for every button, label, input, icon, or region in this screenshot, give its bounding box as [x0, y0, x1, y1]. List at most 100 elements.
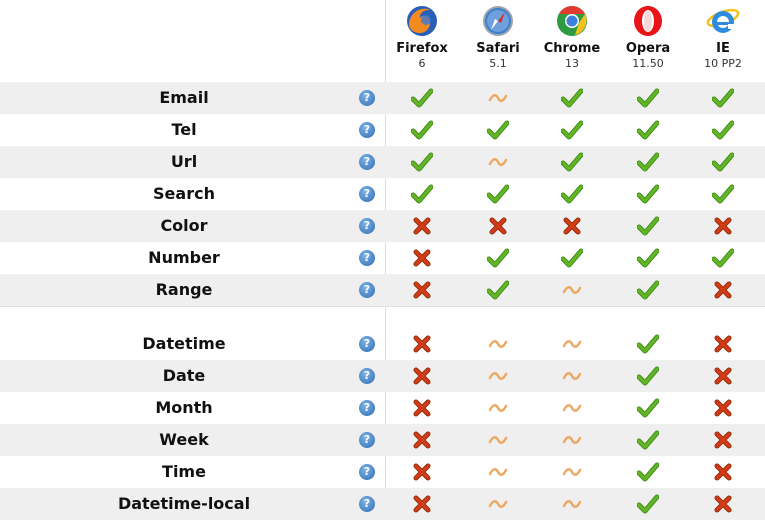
browser-column-chrome: Chrome 13 [534, 0, 610, 82]
tilde-partial-icon [534, 360, 610, 392]
browser-name: Chrome [543, 41, 601, 56]
help-icon[interactable]: ? [359, 496, 375, 512]
checkmark-icon [610, 392, 686, 424]
firefox-logo-icon [405, 4, 439, 38]
checkmark-icon [460, 242, 536, 274]
tilde-partial-icon [534, 456, 610, 488]
help-icon[interactable]: ? [359, 464, 375, 480]
input-type-label: Datetime-local [117, 494, 251, 513]
browser-version: 5.1 [489, 57, 507, 70]
table-row: Date? [0, 360, 765, 392]
browser-column-ie: IE 10 PP2 [685, 0, 761, 82]
table-row: Range? [0, 274, 765, 306]
table-row: Month? [0, 392, 765, 424]
checkmark-icon [534, 242, 610, 274]
tilde-partial-icon [460, 360, 536, 392]
browser-version: 13 [565, 57, 579, 70]
chrome-logo-icon [555, 4, 589, 38]
cross-icon [685, 392, 761, 424]
table-row: Color? [0, 210, 765, 242]
table-row: Search? [0, 178, 765, 210]
help-icon[interactable]: ? [359, 250, 375, 266]
cross-icon [685, 210, 761, 242]
checkmark-icon [610, 274, 686, 306]
help-icon[interactable]: ? [359, 186, 375, 202]
input-type-label: Range [155, 280, 213, 299]
cross-icon [460, 210, 536, 242]
input-type-label: Month [155, 398, 213, 417]
checkmark-icon [384, 82, 460, 114]
table-row: Url? [0, 146, 765, 178]
checkmark-icon [610, 82, 686, 114]
help-icon[interactable]: ? [359, 154, 375, 170]
browser-name: Safari [476, 41, 520, 56]
help-icon[interactable]: ? [359, 336, 375, 352]
cross-icon [384, 392, 460, 424]
tilde-partial-icon [534, 274, 610, 306]
tilde-partial-icon [460, 456, 536, 488]
checkmark-icon [610, 488, 686, 520]
tilde-partial-icon [460, 146, 536, 178]
browser-version: 6 [418, 57, 426, 70]
cross-icon [384, 242, 460, 274]
cross-icon [534, 210, 610, 242]
tilde-partial-icon [534, 392, 610, 424]
cross-icon [685, 488, 761, 520]
checkmark-icon [384, 178, 460, 210]
cross-icon [384, 456, 460, 488]
checkmark-icon [610, 328, 686, 360]
input-type-label: Color [160, 216, 208, 235]
table-row: Time? [0, 456, 765, 488]
tilde-partial-icon [460, 488, 536, 520]
checkmark-icon [460, 274, 536, 306]
help-icon[interactable]: ? [359, 122, 375, 138]
checkmark-icon [685, 82, 761, 114]
checkmark-icon [384, 114, 460, 146]
browser-name: IE [716, 41, 730, 56]
input-type-label: Time [162, 462, 206, 481]
browser-column-safari: Safari 5.1 [460, 0, 536, 82]
table-row: Week? [0, 424, 765, 456]
checkmark-icon [384, 146, 460, 178]
input-type-label: Datetime [142, 334, 226, 353]
input-type-label: Week [159, 430, 209, 449]
cross-icon [685, 360, 761, 392]
group-separator [0, 306, 765, 307]
cross-icon [384, 328, 460, 360]
help-icon[interactable]: ? [359, 218, 375, 234]
checkmark-icon [685, 114, 761, 146]
checkmark-icon [534, 178, 610, 210]
checkmark-icon [610, 424, 686, 456]
table-row: Datetime-local? [0, 488, 765, 520]
help-icon[interactable]: ? [359, 368, 375, 384]
help-icon[interactable]: ? [359, 90, 375, 106]
safari-logo-icon [481, 4, 515, 38]
help-icon[interactable]: ? [359, 400, 375, 416]
table-row: Number? [0, 242, 765, 274]
input-type-label: Number [148, 248, 220, 267]
input-type-label: Email [159, 88, 209, 107]
checkmark-icon [534, 114, 610, 146]
cross-icon [384, 210, 460, 242]
checkmark-icon [460, 178, 536, 210]
ie-logo-icon [706, 4, 740, 38]
help-icon[interactable]: ? [359, 432, 375, 448]
tilde-partial-icon [460, 392, 536, 424]
cross-icon [384, 488, 460, 520]
input-type-label: Date [162, 366, 206, 385]
checkmark-icon [610, 146, 686, 178]
table-row: Tel? [0, 114, 765, 146]
checkmark-icon [685, 242, 761, 274]
browser-name: Firefox [396, 41, 448, 56]
tilde-partial-icon [534, 328, 610, 360]
browser-name: Opera [625, 41, 671, 56]
cross-icon [384, 424, 460, 456]
checkmark-icon [685, 146, 761, 178]
checkmark-icon [610, 178, 686, 210]
browser-version: 11.50 [632, 57, 664, 70]
checkmark-icon [534, 146, 610, 178]
help-icon[interactable]: ? [359, 282, 375, 298]
tilde-partial-icon [460, 424, 536, 456]
tilde-partial-icon [460, 328, 536, 360]
input-type-label: Search [153, 184, 215, 203]
